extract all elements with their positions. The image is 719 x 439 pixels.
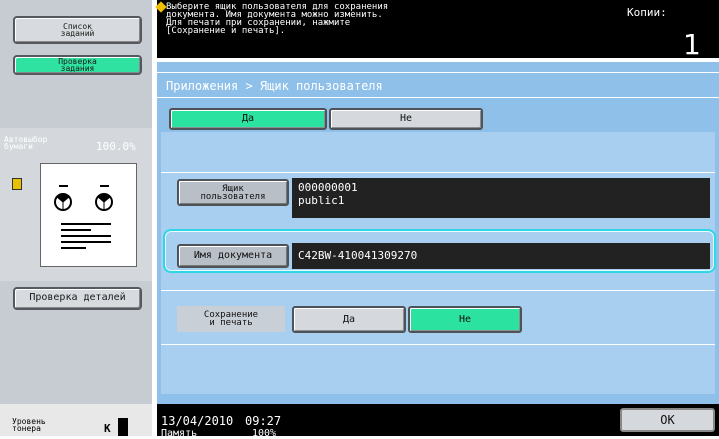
- toner-label: Уровень тонера: [12, 417, 46, 433]
- copies-value: 1: [683, 28, 701, 61]
- save-print-yes-button[interactable]: Да: [292, 306, 406, 333]
- breadcrumb: Приложения > Ящик пользователя: [157, 72, 719, 98]
- memory-value: 100%: [252, 428, 277, 439]
- user-box-number: 000000001: [298, 181, 358, 194]
- doc-name-field: C42BW-410041309270: [292, 243, 710, 269]
- copy-stack-icon: [12, 178, 22, 190]
- status-time: 09:27: [245, 414, 282, 428]
- job-check-button[interactable]: Проверка задания: [13, 55, 142, 75]
- user-box-button[interactable]: Ящик пользователя: [177, 179, 289, 206]
- save-print-label: Сохранение и печать: [177, 306, 285, 332]
- ok-button[interactable]: OK: [620, 408, 715, 432]
- status-date: 13/04/2010: [161, 414, 234, 428]
- paper-auto-label: Автовыбор бумаги: [4, 135, 48, 151]
- upper-section: [161, 132, 715, 172]
- toner-color-label: K: [104, 422, 111, 435]
- paper-zoom-value: 100.0%: [96, 140, 136, 153]
- doc-name-button[interactable]: Имя документа: [177, 244, 289, 268]
- save-print-no-button[interactable]: Не: [408, 306, 522, 333]
- user-box-name: public1: [298, 194, 345, 207]
- document-preview-icon: [54, 185, 113, 249]
- check-details-button[interactable]: Проверка деталей: [13, 287, 142, 310]
- user-box-field: 000000001 public1: [292, 178, 710, 218]
- preview-page: [40, 163, 137, 267]
- yes-toggle-button[interactable]: Да: [169, 108, 327, 130]
- toner-level-bar: [118, 418, 128, 436]
- job-list-button[interactable]: Список заданий: [13, 16, 142, 44]
- memory-label: Память: [161, 428, 198, 439]
- instruction-message: Выберите ящик пользователя для сохранени…: [166, 2, 389, 36]
- no-toggle-button[interactable]: Не: [329, 108, 483, 130]
- copies-label: Копии:: [627, 6, 667, 19]
